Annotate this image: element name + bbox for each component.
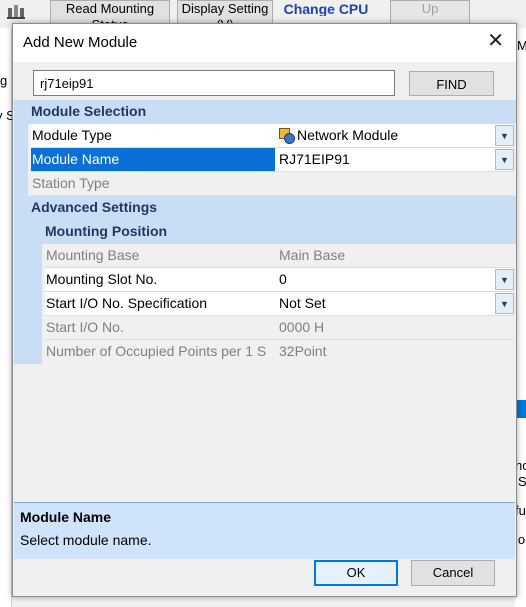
- row-start-io-no: Start I/O No. 0000 H: [14, 316, 516, 340]
- start-io-spec-label: Start I/O No. Specification: [45, 292, 276, 315]
- chevron-down-icon[interactable]: ▼: [495, 293, 514, 314]
- dialog-title: Add New Module: [23, 34, 138, 51]
- find-button[interactable]: FIND: [409, 71, 494, 96]
- section-label: Advanced Settings: [31, 199, 158, 215]
- mounting-slot-label: Mounting Slot No.: [45, 268, 276, 291]
- module-name-value[interactable]: RJ71EIP91: [275, 148, 514, 171]
- row-mounting-slot[interactable]: Mounting Slot No. 0 ▼: [14, 268, 516, 292]
- module-type-text: Network Module: [297, 127, 399, 143]
- module-name-label: Module Name: [31, 148, 276, 171]
- dialog-footer: OK Cancel: [14, 559, 515, 596]
- station-type-value: [275, 172, 514, 195]
- right-fragment-1: M: [517, 38, 526, 53]
- station-type-label: Station Type: [31, 172, 276, 195]
- ok-button[interactable]: OK: [314, 560, 398, 586]
- dialog-titlebar: Add New Module ✕: [13, 24, 516, 62]
- module-config-icon[interactable]: [6, 2, 26, 20]
- section-label: Mounting Position: [45, 223, 168, 239]
- module-type-label: Module Type: [31, 124, 276, 147]
- right-fragment-3: S: [518, 474, 526, 489]
- start-io-spec-value[interactable]: Not Set: [275, 292, 514, 315]
- network-module-icon: [279, 128, 295, 144]
- start-io-no-label: Start I/O No.: [45, 316, 276, 339]
- mounting-slot-value[interactable]: 0: [275, 268, 514, 291]
- row-station-type: Station Type: [14, 172, 516, 196]
- chevron-down-icon[interactable]: ▼: [495, 149, 514, 170]
- chevron-down-icon[interactable]: ▼: [495, 125, 514, 146]
- property-grid: Module Selection Module Type Network Mod…: [14, 100, 516, 510]
- left-fragment-1: g: [0, 73, 8, 88]
- change-cpu-button[interactable]: Change CPU: [276, 0, 376, 16]
- section-label: Module Selection: [31, 103, 147, 119]
- row-mounting-base: Mounting Base Main Base: [14, 244, 516, 268]
- description-panel: Module Name Select module name.: [14, 502, 515, 559]
- row-module-name[interactable]: Module Name RJ71EIP91 ▼: [14, 148, 516, 172]
- row-start-io-spec[interactable]: Start I/O No. Specification Not Set ▼: [14, 292, 516, 316]
- cancel-button[interactable]: Cancel: [411, 560, 495, 586]
- section-advanced-settings[interactable]: Advanced Settings: [14, 196, 516, 220]
- up-button[interactable]: Up: [390, 0, 470, 24]
- occupied-points-label: Number of Occupied Points per 1 S: [45, 340, 276, 363]
- row-occupied-points: Number of Occupied Points per 1 S 32Poin…: [14, 340, 516, 364]
- mounting-base-value: Main Base: [275, 244, 514, 267]
- section-module-selection[interactable]: Module Selection: [14, 100, 516, 124]
- search-input[interactable]: rj71eip91: [33, 70, 395, 96]
- start-io-no-value: 0000 H: [275, 316, 514, 339]
- section-mounting-position[interactable]: Mounting Position: [14, 220, 516, 244]
- read-mounting-status-button[interactable]: Read Mounting Status: [50, 0, 170, 24]
- description-text: Select module name.: [20, 532, 152, 548]
- occupied-points-value: 32Point: [275, 340, 514, 363]
- background-left-panel: g y S: [0, 28, 15, 607]
- module-type-value[interactable]: Network Module: [275, 124, 514, 147]
- add-new-module-dialog: Add New Module ✕ rj71eip91 FIND Module S…: [12, 23, 517, 597]
- close-icon[interactable]: ✕: [487, 31, 504, 51]
- chevron-down-icon[interactable]: ▼: [495, 269, 514, 290]
- display-setting-button[interactable]: Display Setting (V): [177, 0, 273, 24]
- row-module-type[interactable]: Module Type Network Module ▼: [14, 124, 516, 148]
- description-title: Module Name: [20, 509, 112, 525]
- mounting-base-label: Mounting Base: [45, 244, 276, 267]
